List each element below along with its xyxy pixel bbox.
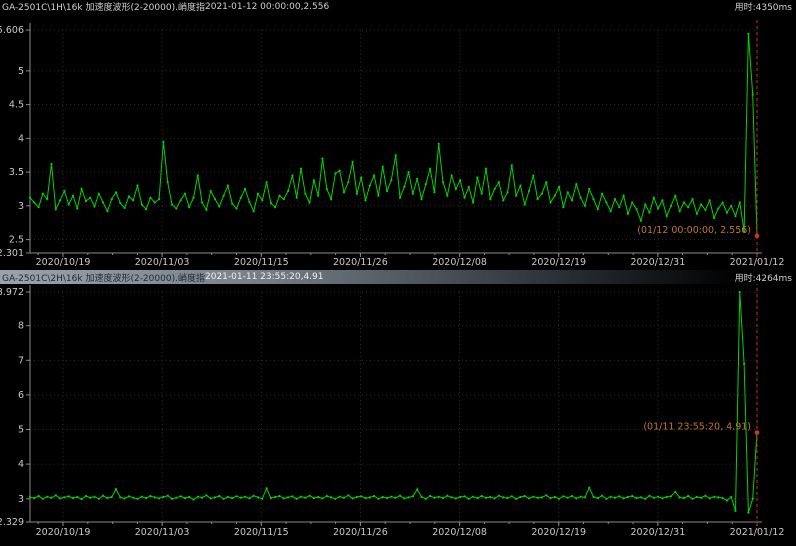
vibration-trend-window: GA-2501C\1H\16k 加速度波形(2-20000).峭度指标 2021… [0, 0, 796, 546]
chart-title: GA-2501C\1H\16k 加速度波形(2-20000).峭度指标 [2, 0, 205, 13]
svg-text:4: 4 [18, 459, 24, 470]
chart-header-top[interactable]: GA-2501C\1H\16k 加速度波形(2-20000).峭度指标 2021… [0, 0, 796, 13]
svg-text:5: 5 [18, 425, 24, 436]
svg-text:4: 4 [18, 133, 24, 144]
svg-text:8: 8 [18, 321, 24, 332]
svg-text:3: 3 [18, 201, 24, 212]
cursor-timestamp-value: 2021-01-12 00:00:00,2.556 [205, 2, 329, 12]
svg-text:3: 3 [18, 494, 24, 505]
svg-text:5.606: 5.606 [0, 25, 24, 36]
svg-text:2020/11/15: 2020/11/15 [234, 257, 289, 268]
svg-text:2021/01/12: 2021/01/12 [730, 257, 785, 268]
svg-text:8.972: 8.972 [0, 287, 24, 298]
svg-text:2020/12/19: 2020/12/19 [531, 257, 586, 268]
svg-text:2020/12/08: 2020/12/08 [432, 527, 487, 538]
svg-text:5: 5 [18, 66, 24, 77]
svg-text:6: 6 [18, 390, 24, 401]
svg-text:2020/10/19: 2020/10/19 [36, 527, 91, 538]
svg-text:2020/12/08: 2020/12/08 [432, 257, 487, 268]
elapsed-time-label: 用时:4350ms [735, 0, 796, 13]
svg-text:(01/11 23:55:20, 4.91): (01/11 23:55:20, 4.91) [643, 422, 751, 433]
trend-chart-top[interactable]: 2.5 3 3.5 4 4.5 5 5.606 2.301 2020/10/19 2020/11/… [0, 13, 796, 270]
svg-text:2020/12/31: 2020/12/31 [631, 257, 686, 268]
svg-text:4.5: 4.5 [9, 100, 24, 111]
svg-text:3.5: 3.5 [9, 167, 24, 178]
svg-text:2020/11/15: 2020/11/15 [234, 527, 289, 538]
svg-text:7: 7 [18, 355, 24, 366]
svg-text:2020/11/26: 2020/11/26 [333, 257, 388, 268]
svg-text:2.329: 2.329 [0, 517, 24, 528]
chart-header-bottom-selected[interactable]: GA-2501C\2H\16k 加速度波形(2-20000).峭度指标 2021… [0, 270, 796, 284]
elapsed-time-label: 用时:4264ms [735, 271, 796, 284]
chart-title: GA-2501C\2H\16k 加速度波形(2-20000).峭度指标 [2, 271, 205, 284]
svg-text:2020/12/31: 2020/12/31 [631, 527, 686, 538]
svg-text:2020/11/03: 2020/11/03 [135, 527, 190, 538]
trend-chart-bottom[interactable]: 3 4 5 6 7 8 8.972 2.329 2020/10/19 2020/11/03 2020… [0, 284, 796, 546]
cursor-timestamp-value: 2021-01-11 23:55:20,4.91 [205, 272, 324, 282]
svg-text:2020/11/26: 2020/11/26 [333, 527, 388, 538]
svg-text:2.5: 2.5 [9, 235, 24, 246]
svg-text:2.301: 2.301 [0, 248, 24, 259]
svg-text:2020/10/19: 2020/10/19 [36, 257, 91, 268]
chart-panel-top: GA-2501C\1H\16k 加速度波形(2-20000).峭度指标 2021… [0, 0, 796, 270]
chart-panel-bottom: GA-2501C\2H\16k 加速度波形(2-20000).峭度指标 2021… [0, 270, 796, 546]
svg-text:(01/12 00:00:00, 2.556): (01/12 00:00:00, 2.556) [637, 225, 751, 236]
svg-text:2020/11/03: 2020/11/03 [135, 257, 190, 268]
svg-text:2020/12/19: 2020/12/19 [531, 527, 586, 538]
